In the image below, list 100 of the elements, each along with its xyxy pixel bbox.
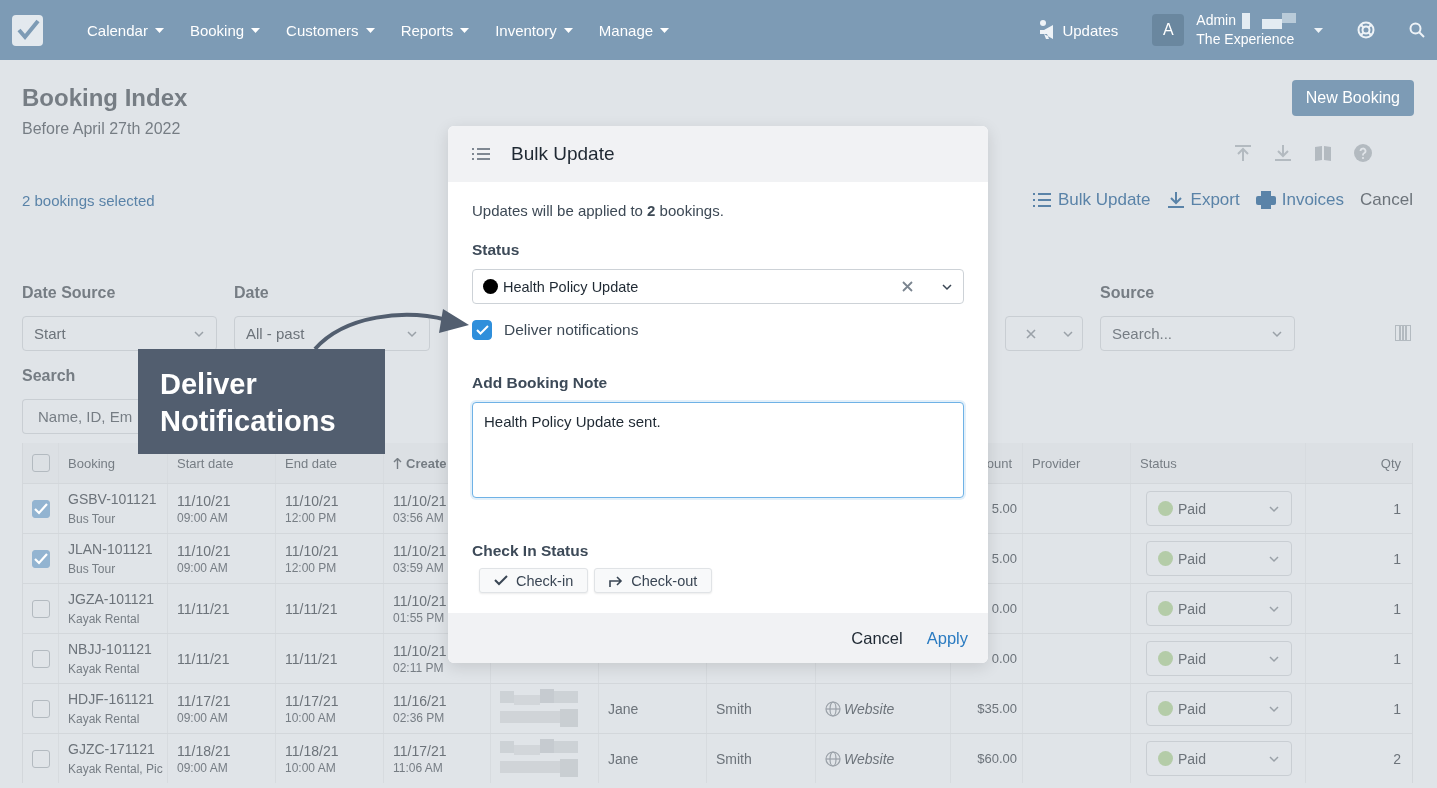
check-icon	[494, 575, 508, 586]
status-dot	[1158, 551, 1173, 566]
created-date: 11/10/21	[393, 492, 447, 509]
caret-icon	[365, 27, 375, 33]
nav-menu[interactable]: Calendar	[74, 10, 177, 50]
nav-menu[interactable]: Customers	[273, 10, 388, 50]
nav-menu[interactable]: Reports	[387, 10, 483, 50]
status-select[interactable]: Paid	[1146, 691, 1292, 726]
updates-button[interactable]: Updates	[1033, 18, 1125, 42]
product-name: Kayak Rental	[68, 662, 140, 676]
created-date: 11/16/21	[393, 692, 447, 709]
apply-button[interactable]: Apply	[926, 628, 968, 648]
created-date: 11/10/21	[393, 642, 447, 659]
bulk-update-button[interactable]: Bulk Update	[1031, 190, 1151, 210]
filter-select[interactable]	[1005, 316, 1083, 351]
status-select[interactable]: Paid	[1146, 491, 1292, 526]
export-button[interactable]: Export	[1166, 190, 1240, 210]
note-field[interactable]: Health Policy Update sent.	[472, 402, 964, 498]
cancel-button[interactable]: Cancel	[1360, 190, 1413, 210]
filter-select[interactable]: Search...	[1100, 316, 1295, 351]
chevron-down-icon	[1268, 754, 1280, 763]
row-checkbox[interactable]	[31, 749, 50, 768]
help-icon[interactable]	[1354, 144, 1372, 162]
status-select[interactable]: Health Policy Update	[472, 269, 964, 304]
end-date: 11/17/21	[285, 692, 339, 709]
booking-id[interactable]: GJZC-171121	[68, 741, 155, 757]
filter-label: Date Source	[22, 284, 116, 301]
caret-icon	[660, 27, 670, 33]
created-time: 01:55 PM	[393, 610, 445, 625]
caret-icon	[154, 27, 164, 33]
upload-icon[interactable]	[1234, 144, 1252, 162]
lifebuoy-icon[interactable]	[1357, 21, 1375, 39]
column-header[interactable]: Booking	[68, 455, 115, 471]
column-header[interactable]: End date	[285, 455, 338, 471]
book-icon[interactable]	[1314, 144, 1332, 162]
status-select[interactable]: Paid	[1146, 641, 1292, 676]
end-time: 10:00 AM	[285, 760, 336, 775]
booking-id[interactable]: JLAN-101121	[68, 541, 153, 557]
select-all-checkbox[interactable]	[31, 454, 50, 472]
clear-icon	[902, 281, 913, 292]
intro-text: Updates will be applied to 2 bookings.	[472, 202, 725, 219]
quantity: 1	[1393, 500, 1401, 517]
row-checkbox[interactable]	[31, 599, 50, 618]
caret-icon	[563, 27, 573, 33]
globe-icon	[825, 750, 841, 767]
column-header[interactable]: Qty	[1380, 455, 1401, 471]
chevron-down-icon	[1268, 554, 1280, 563]
checkmark-logo[interactable]	[12, 14, 43, 46]
booking-id[interactable]: JGZA-101121	[68, 591, 155, 607]
check-in-button[interactable]: Check-in	[479, 568, 589, 593]
chevron-down-icon	[941, 282, 953, 291]
booking-id[interactable]: HDJF-161121	[68, 691, 155, 707]
redo-arrow-icon	[609, 574, 624, 587]
select-placeholder: Search...	[1112, 325, 1173, 342]
list-icon	[472, 147, 490, 161]
row-checkbox[interactable]	[31, 649, 50, 668]
created-date: 11/10/21	[393, 542, 447, 559]
created-time: 11:06 AM	[393, 760, 443, 775]
download-icon[interactable]	[1274, 144, 1292, 162]
column-header[interactable]: Create	[393, 455, 447, 471]
caret-icon	[251, 27, 261, 33]
notifications-checkbox[interactable]	[472, 320, 492, 340]
row-checkbox[interactable]	[31, 499, 50, 518]
account-name: The Experience	[1196, 30, 1296, 49]
booking-id[interactable]: GSBV-101121	[68, 491, 157, 507]
column-header[interactable]: Provider	[1032, 455, 1081, 471]
search-field[interactable]: Name, ID, Em	[22, 399, 138, 434]
row-checkbox[interactable]	[31, 699, 50, 718]
chevron-down-icon	[1268, 604, 1280, 613]
status-dot	[1158, 601, 1173, 616]
caret-icon	[1314, 27, 1323, 33]
check-out-button[interactable]: Check-out	[594, 568, 713, 593]
status-select[interactable]: Paid	[1146, 541, 1292, 576]
created-time: 02:11 PM	[393, 660, 444, 675]
status-select[interactable]: Paid	[1146, 741, 1292, 776]
end-time: 10:00 AM	[285, 710, 336, 725]
booking-id[interactable]: NBJJ-101121	[68, 641, 152, 657]
amount: $35.00	[977, 701, 1017, 716]
row-checkbox[interactable]	[31, 549, 50, 568]
columns-icon[interactable]	[1395, 325, 1411, 341]
sort-arrow-icon	[393, 457, 402, 469]
search-icon[interactable]	[1409, 22, 1425, 38]
column-header[interactable]: Status	[1140, 455, 1177, 471]
status-label: Status	[472, 241, 520, 259]
chevron-down-icon	[1268, 504, 1280, 513]
amount: 5.00	[991, 501, 1017, 516]
page-subtitle: Before April 27th 2022	[22, 120, 181, 138]
status-select[interactable]: Paid	[1146, 591, 1292, 626]
start-date: 11/17/21	[177, 692, 231, 709]
column-header[interactable]: Start date	[177, 455, 234, 471]
nav-menu[interactable]: Booking	[176, 10, 274, 50]
product-name: Kayak Rental, Pic	[68, 762, 163, 776]
column-header[interactable]: ount	[986, 455, 1012, 471]
invoices-button[interactable]: Invoices	[1255, 190, 1345, 210]
nav-menu[interactable]: Inventory	[482, 10, 586, 50]
avatar[interactable]: A	[1152, 14, 1185, 46]
start-time: 09:00 AM	[177, 760, 228, 775]
cancel-button[interactable]: Cancel	[851, 628, 903, 648]
new-booking-button[interactable]: New Booking	[1291, 80, 1414, 116]
nav-menu[interactable]: Manage	[585, 10, 683, 50]
